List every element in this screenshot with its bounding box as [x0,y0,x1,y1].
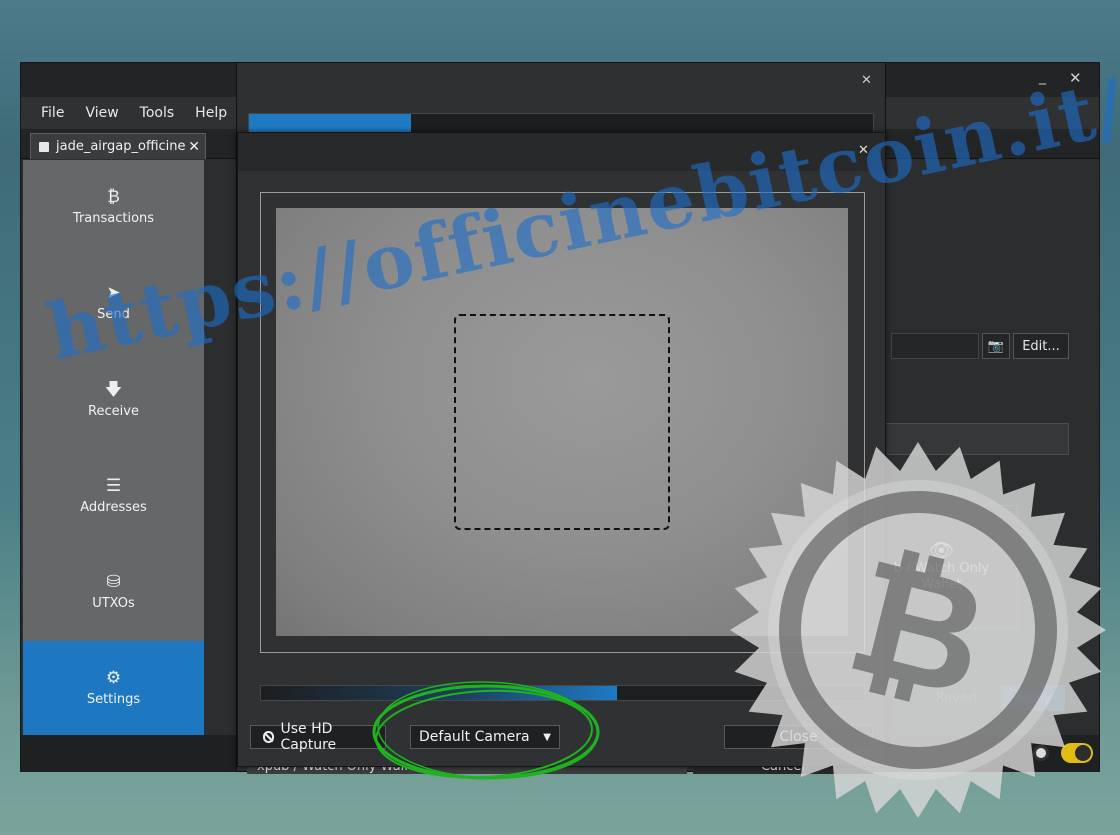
edit-button[interactable]: Edit... [1013,333,1069,359]
watch-card-line1: b / Watch Only [893,560,990,576]
sidebar-item-label: Receive [88,404,139,419]
import-progress-bar [248,113,874,133]
camera-button[interactable]: 📷 [982,333,1010,359]
list-icon: ☰ [105,476,122,496]
menu-help[interactable]: Help [195,105,227,121]
qr-scan-dialog: ✕ Use HD Capture Default Camera ▼ Close [237,132,886,767]
sidebar-item-transactions[interactable]: ₿ Transactions [23,160,204,254]
scan-progress-fill [261,686,617,700]
sidebar-item-addresses[interactable]: ☰ Addresses [23,449,204,543]
chevron-down-icon: ▼ [543,731,551,743]
coins-icon: ⛁ [106,572,121,592]
sidebar-item-label: Transactions [72,211,155,226]
watch-card-line2: Wallet [921,576,962,592]
eye-icon: 👁 [928,537,955,562]
sidebar-item-send[interactable]: ➤ Send [23,256,204,350]
sidebar-item-utxos[interactable]: ⛁ UTXOs [23,545,204,639]
no-entry-icon [263,731,275,743]
camera-icon: 📷 [987,338,1005,354]
minimize-button[interactable]: _ [1039,69,1059,89]
dialog-titlebar: ✕ [238,133,885,171]
camera-select[interactable]: Default Camera ▼ [410,725,560,749]
close-button[interactable]: Close [724,725,873,749]
wallet-tab-label: jade_airgap_officine [56,139,186,154]
keystore-tabs [881,423,1069,455]
sidebar-item-settings[interactable]: ⚙ Settings [23,641,204,735]
watch-only-wallet-card[interactable]: 👁 b / Watch Only Wallet [865,505,1018,629]
gear-icon: ⚙ [105,668,122,688]
sidebar: ₿ Transactions ➤ Send 🡇 Receive ☰ Addres… [23,160,204,735]
sidebar-item-label: Settings [86,692,141,707]
hd-capture-label: Use HD Capture [280,721,337,753]
menu-view[interactable]: View [85,105,118,121]
theme-toggle[interactable] [1061,743,1093,763]
scan-progress-bar [260,685,865,701]
revert-button[interactable]: Revert [923,685,991,711]
sidebar-item-label: Send [97,307,130,322]
close-tab-icon[interactable]: ✕ [188,139,200,155]
hd-capture-button[interactable]: Use HD Capture [250,721,386,753]
arrow-down-icon: 🡇 [104,380,123,400]
camera-preview [276,208,848,636]
menu-file[interactable]: File [41,105,64,121]
sidebar-item-label: UTXOs [92,596,135,611]
camera-select-value: Default Camera [419,729,530,745]
wallet-file-icon [39,141,49,152]
sidebar-item-receive[interactable]: 🡇 Receive [23,353,204,447]
bitcoin-icon: ₿ [107,187,120,207]
window-close-button[interactable]: ✕ [1069,69,1089,89]
import-progress-fill [249,114,411,132]
menu-tools[interactable]: Tools [140,105,175,121]
wallet-tab[interactable]: jade_airgap_officine ✕ [30,133,206,159]
keystore-xpub-field[interactable] [891,333,979,359]
status-indicator-icon [1033,745,1049,761]
close-icon[interactable]: ✕ [858,143,876,161]
apply-button[interactable]: Apply [1001,685,1065,711]
qr-scan-target [454,314,670,530]
paper-plane-icon: ➤ [106,283,121,303]
close-icon[interactable]: ✕ [861,73,877,89]
sidebar-item-label: Addresses [80,500,147,515]
